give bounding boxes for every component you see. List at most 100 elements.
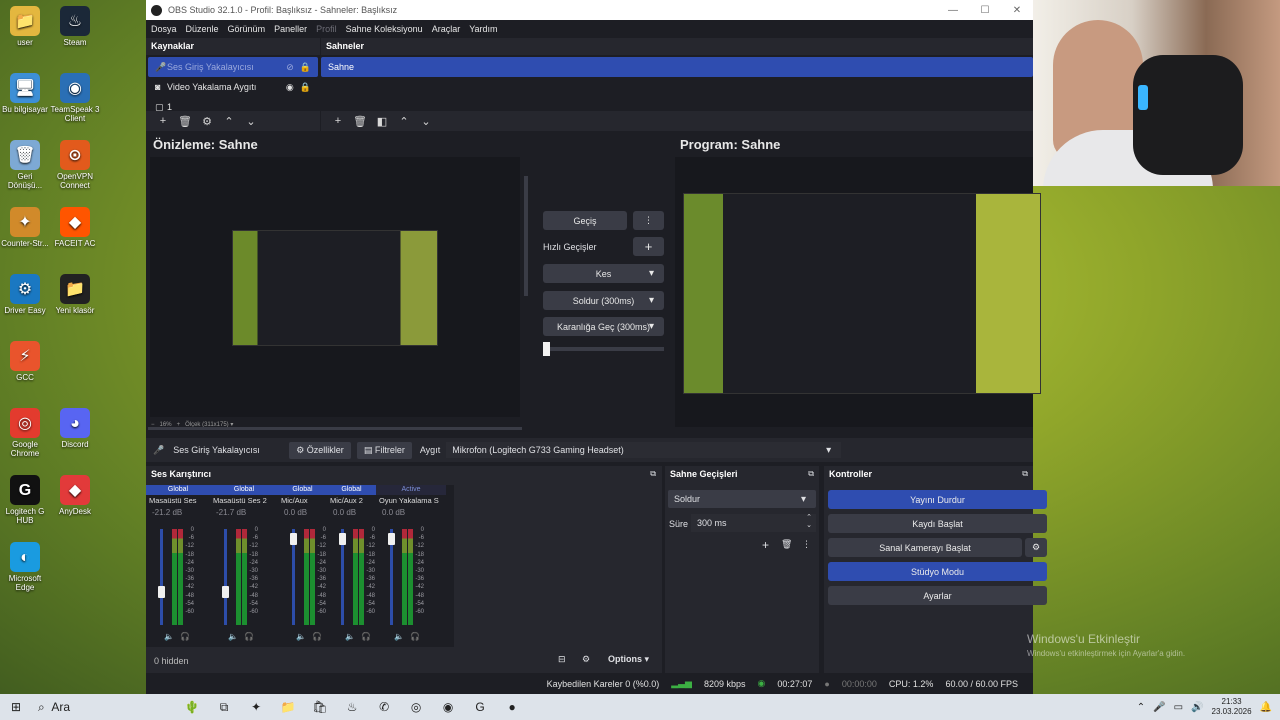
dock-float-icon[interactable]: ⧉ bbox=[1022, 469, 1028, 479]
settings-button[interactable]: Ayarlar bbox=[828, 586, 1047, 605]
mic-tray-icon[interactable]: 🎤 bbox=[1153, 702, 1165, 713]
menu-gorunum[interactable]: Görünüm bbox=[228, 24, 266, 34]
stepper-icon[interactable]: ⌃ ⌄ bbox=[806, 514, 812, 530]
notifications-icon[interactable]: 🔔 bbox=[1260, 702, 1272, 713]
chrome-icon[interactable]: ◎ bbox=[400, 694, 432, 720]
start-button[interactable]: ⊞ bbox=[0, 694, 32, 720]
volume-slider[interactable] bbox=[160, 529, 163, 625]
device-select[interactable]: Mikrofon (Logitech G733 Gaming Headset) bbox=[446, 442, 842, 458]
add-quick-transition-button[interactable]: + bbox=[633, 237, 664, 256]
desktop-icon[interactable]: ◎ Google Chrome bbox=[0, 408, 50, 458]
scene-down-button[interactable]: ⌄ bbox=[415, 115, 437, 128]
menu-araclar[interactable]: Araçlar bbox=[432, 24, 461, 34]
menu-dosya[interactable]: Dosya bbox=[151, 24, 177, 34]
speaker-icon[interactable]: 🔈 bbox=[296, 632, 306, 641]
channel-name-dropdown[interactable]: Masaüstü Ses bbox=[146, 495, 210, 507]
file-explorer-icon[interactable]: 📁 bbox=[272, 694, 304, 720]
preview-scrollbar[interactable] bbox=[524, 176, 528, 296]
scene-up-button[interactable]: ⌃ bbox=[393, 115, 415, 128]
remove-transition-button[interactable]: 🗑 bbox=[781, 539, 792, 550]
tray-chevron-icon[interactable]: ⌃ bbox=[1137, 702, 1145, 713]
desktop-icon[interactable]: ◐ Microsoft Edge bbox=[0, 542, 50, 592]
options-button[interactable]: Options ▾ bbox=[608, 654, 649, 665]
headphone-icon[interactable]: 🎧 bbox=[244, 632, 254, 641]
filters-button[interactable]: ▤ Filtreler bbox=[356, 441, 412, 459]
headphone-icon[interactable]: 🎧 bbox=[180, 632, 190, 641]
transition-swap-button[interactable]: Geçiş bbox=[543, 211, 627, 230]
store-icon[interactable]: 🛍 bbox=[304, 694, 336, 720]
properties-button[interactable]: ⚙ Özellikler bbox=[289, 441, 351, 459]
dock-float-icon[interactable]: ⧉ bbox=[808, 469, 814, 479]
channel-name-dropdown[interactable]: Masaüstü Ses 2 bbox=[210, 495, 278, 507]
headphone-icon[interactable]: 🎧 bbox=[361, 632, 371, 641]
app-icon[interactable]: ◉ bbox=[432, 694, 464, 720]
desktop-icon[interactable]: ⚙ Driver Easy bbox=[0, 274, 50, 315]
maximize-button[interactable]: ☐ bbox=[969, 5, 1001, 16]
network-icon[interactable]: ▭ bbox=[1174, 702, 1183, 713]
search-box[interactable]: ⌕ Ara bbox=[32, 694, 76, 720]
virtual-camera-settings-icon[interactable]: ⚙ bbox=[1025, 538, 1047, 557]
duration-input[interactable]: 300 ms ⌃ ⌄ bbox=[691, 514, 816, 532]
desktop-icon[interactable]: 🗑 Geri Dönüşü... bbox=[0, 140, 50, 190]
menu-paneller[interactable]: Paneller bbox=[274, 24, 307, 34]
volume-slider[interactable] bbox=[224, 529, 227, 625]
obs-icon[interactable]: ● bbox=[496, 694, 528, 720]
channel-name-dropdown[interactable]: Oyun Yakalama S bbox=[376, 495, 446, 507]
dock-float-icon[interactable]: ⧉ bbox=[650, 469, 656, 479]
move-down-button[interactable]: ⌄ bbox=[240, 115, 262, 128]
preview-canvas[interactable] bbox=[150, 157, 520, 417]
lock-icon[interactable]: 🔒 bbox=[300, 62, 311, 72]
lock-icon[interactable]: 🔒 bbox=[300, 82, 311, 92]
volume-slider-knob[interactable] bbox=[290, 533, 297, 546]
task-view-icon[interactable]: ⧉ bbox=[208, 694, 240, 720]
desktop-icon[interactable]: ◕ Discord bbox=[50, 408, 100, 449]
speaker-icon[interactable]: 🔈 bbox=[394, 632, 404, 641]
scene-item[interactable]: Sahne bbox=[321, 57, 1033, 77]
more-options-icon[interactable]: ⋮ bbox=[633, 211, 664, 230]
tbar-handle[interactable] bbox=[543, 342, 550, 356]
quick-cut-button[interactable]: Kes bbox=[543, 264, 664, 283]
menu-profil[interactable]: Profil bbox=[316, 24, 337, 34]
desktop-icon[interactable]: ◉ TeamSpeak 3 Client bbox=[50, 73, 100, 123]
layout-icon[interactable]: ⊟ bbox=[558, 654, 566, 665]
widget-icon[interactable]: 🌵 bbox=[176, 694, 208, 720]
desktop-icon[interactable]: 🖥 Bu bilgisayar bbox=[0, 73, 50, 114]
volume-slider-knob[interactable] bbox=[339, 533, 346, 546]
source-settings-button[interactable]: ⚙ bbox=[196, 115, 218, 128]
source-item-1[interactable]: ▢ 1 bbox=[148, 97, 318, 112]
headphone-icon[interactable]: 🎧 bbox=[410, 632, 420, 641]
add-transition-button[interactable]: + bbox=[762, 538, 769, 552]
speaker-icon[interactable]: 🔈 bbox=[345, 632, 355, 641]
volume-slider-knob[interactable] bbox=[222, 586, 229, 599]
whatsapp-icon[interactable]: ✆ bbox=[368, 694, 400, 720]
move-up-button[interactable]: ⌃ bbox=[218, 115, 240, 128]
menu-sahne-koleksiyonu[interactable]: Sahne Koleksiyonu bbox=[346, 24, 423, 34]
desktop-icon[interactable]: 📁 Yeni klasör bbox=[50, 274, 100, 315]
start-recording-button[interactable]: Kaydı Başlat bbox=[828, 514, 1047, 533]
eye-icon[interactable]: ◉ bbox=[286, 82, 294, 92]
volume-slider-knob[interactable] bbox=[158, 586, 165, 599]
channel-name-dropdown[interactable]: Mic/Aux 2 bbox=[327, 495, 376, 507]
ghub-icon[interactable]: G bbox=[464, 694, 496, 720]
transition-type-select[interactable]: Soldur bbox=[668, 490, 816, 508]
add-scene-button[interactable]: + bbox=[327, 115, 349, 127]
desktop-icon[interactable]: ⊙ OpenVPN Connect bbox=[50, 140, 100, 190]
eye-hidden-icon[interactable]: ⊘ bbox=[286, 62, 294, 72]
clock[interactable]: 21:33 23.03.2026 bbox=[1212, 697, 1252, 717]
scene-filter-button[interactable]: ◧ bbox=[371, 115, 393, 128]
remove-scene-button[interactable]: 🗑 bbox=[349, 115, 371, 128]
desktop-icon[interactable]: ⚡ GCC bbox=[0, 341, 50, 382]
add-source-button[interactable]: + bbox=[152, 115, 174, 127]
quick-fade-button[interactable]: Soldur (300ms) bbox=[543, 291, 664, 310]
desktop-icon[interactable]: ◆ FACEIT AC bbox=[50, 207, 100, 248]
desktop-icon[interactable]: ♨ Steam bbox=[50, 6, 100, 47]
speaker-icon[interactable]: 🔈 bbox=[164, 632, 174, 641]
source-item-video[interactable]: ◙ Video Yakalama Aygıtı ◉ 🔒 bbox=[148, 77, 318, 97]
source-item-audio[interactable]: 🎤 Ses Giriş Yakalayıcısı ⊘ 🔒 bbox=[148, 57, 318, 77]
copilot-icon[interactable]: ✦ bbox=[240, 694, 272, 720]
preview-hscroll[interactable] bbox=[148, 427, 522, 430]
headphone-icon[interactable]: 🎧 bbox=[312, 632, 322, 641]
mixer-settings-icon[interactable]: ⚙ bbox=[582, 654, 590, 665]
start-virtual-camera-button[interactable]: Sanal Kamerayı Başlat bbox=[828, 538, 1022, 557]
channel-name-dropdown[interactable]: Mic/Aux bbox=[278, 495, 327, 507]
